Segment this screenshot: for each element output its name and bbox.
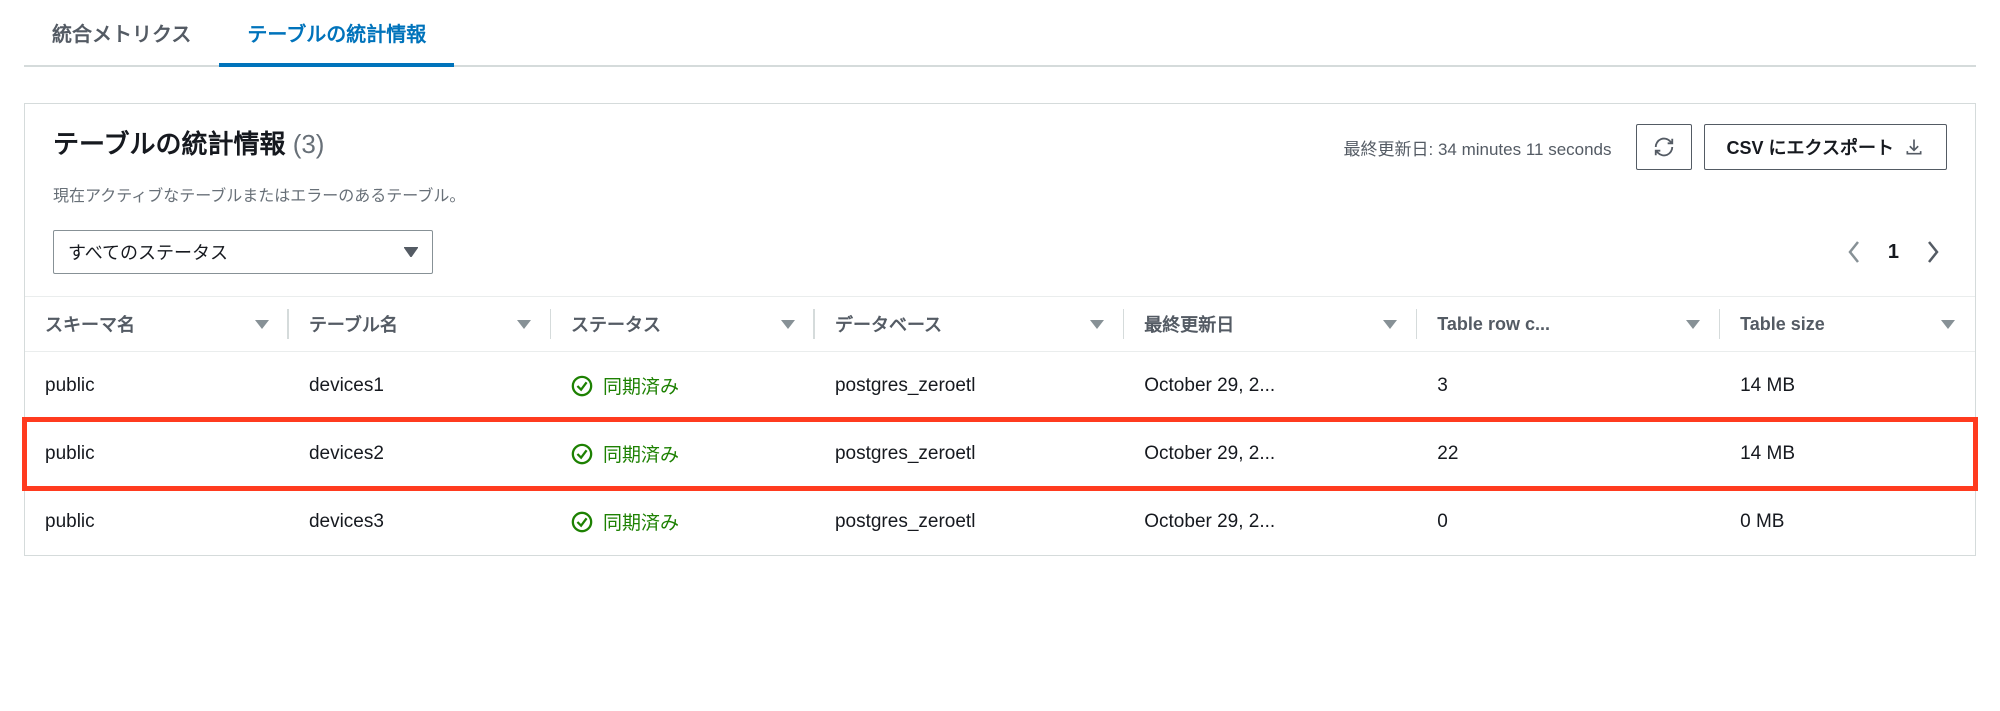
col-rowcount[interactable]: Table row c... — [1417, 297, 1720, 352]
header-actions: 最終更新日: 34 minutes 11 seconds CSV にエクスポート — [1343, 124, 1947, 170]
cell-schema: public — [25, 420, 289, 488]
table-stats-panel: テーブルの統計情報 (3) 最終更新日: 34 minutes 11 secon… — [24, 103, 1976, 556]
refresh-button[interactable] — [1636, 124, 1692, 170]
col-updated-label: 最終更新日 — [1144, 311, 1234, 337]
status-filter-value: すべてのステータス — [68, 239, 228, 265]
caret-down-icon — [404, 247, 418, 257]
panel-subtitle: 現在アクティブなテーブルまたはエラーのあるテーブル。 — [25, 178, 1975, 226]
col-database-label: データベース — [835, 311, 942, 337]
table-row[interactable]: public devices3 同期済み postgres_zeroetl Oc… — [25, 488, 1975, 556]
chevron-right-icon — [1925, 239, 1941, 265]
col-size-label: Table size — [1740, 314, 1825, 335]
col-table-label: テーブル名 — [309, 311, 398, 337]
cell-rowcount: 0 — [1417, 488, 1720, 556]
cell-table: devices2 — [289, 420, 551, 488]
cell-updated: October 29, 2... — [1124, 352, 1417, 420]
col-database[interactable]: データベース — [815, 297, 1124, 352]
title-text: テーブルの統計情報 — [53, 129, 285, 159]
col-updated[interactable]: 最終更新日 — [1124, 297, 1417, 352]
panel-header: テーブルの統計情報 (3) 最終更新日: 34 minutes 11 secon… — [25, 104, 1975, 178]
col-status-label: ステータス — [571, 311, 661, 337]
chevron-left-icon — [1846, 239, 1862, 265]
col-table[interactable]: テーブル名 — [289, 297, 551, 352]
page-next[interactable] — [1925, 239, 1941, 265]
sort-icon — [1383, 320, 1397, 329]
status-text: 同期済み — [603, 372, 679, 399]
cell-schema: public — [25, 352, 289, 420]
last-updated-value: 34 minutes 11 seconds — [1438, 140, 1612, 159]
panel-title: テーブルの統計情報 (3) — [53, 124, 324, 170]
cell-database: postgres_zeroetl — [815, 420, 1124, 488]
export-label: CSV にエクスポート — [1727, 134, 1894, 160]
check-circle-icon — [571, 511, 593, 533]
cell-rowcount: 3 — [1417, 352, 1720, 420]
sort-icon — [517, 320, 531, 329]
sort-icon — [255, 320, 269, 329]
col-schema-label: スキーマ名 — [45, 311, 135, 337]
cell-size: 0 MB — [1720, 488, 1975, 556]
tab-bar: 統合メトリクス テーブルの統計情報 — [24, 0, 1976, 67]
tab-table-stats[interactable]: テーブルの統計情報 — [219, 2, 454, 67]
table-row-highlighted[interactable]: public devices2 同期済み postgres_zeroetl Oc… — [25, 420, 1975, 488]
status-text: 同期済み — [603, 508, 679, 535]
page-number: 1 — [1888, 241, 1899, 264]
export-csv-button[interactable]: CSV にエクスポート — [1704, 124, 1947, 170]
sort-icon — [1941, 320, 1955, 329]
status-filter-select[interactable]: すべてのステータス — [53, 230, 433, 274]
sort-icon — [1686, 320, 1700, 329]
cell-status: 同期済み — [551, 352, 815, 420]
pagination: 1 — [1846, 239, 1947, 265]
table-row[interactable]: public devices1 同期済み postgres_zeroetl Oc… — [25, 352, 1975, 420]
cell-updated: October 29, 2... — [1124, 488, 1417, 556]
check-circle-icon — [571, 443, 593, 465]
cell-table: devices3 — [289, 488, 551, 556]
cell-size: 14 MB — [1720, 352, 1975, 420]
col-status[interactable]: ステータス — [551, 297, 815, 352]
col-rowcount-label: Table row c... — [1437, 314, 1550, 335]
cell-size: 14 MB — [1720, 420, 1975, 488]
page-prev[interactable] — [1846, 239, 1862, 265]
stats-table: スキーマ名 テーブル名 ステータス データベース 最終更新日 Table row… — [25, 296, 1975, 555]
refresh-icon — [1653, 136, 1675, 158]
last-updated: 最終更新日: 34 minutes 11 seconds — [1343, 135, 1611, 160]
status-text: 同期済み — [603, 440, 679, 467]
cell-status: 同期済み — [551, 488, 815, 556]
tab-metrics[interactable]: 統合メトリクス — [24, 2, 219, 67]
cell-status: 同期済み — [551, 420, 815, 488]
download-icon — [1904, 137, 1924, 157]
col-schema[interactable]: スキーマ名 — [25, 297, 289, 352]
cell-database: postgres_zeroetl — [815, 488, 1124, 556]
cell-schema: public — [25, 488, 289, 556]
title-count: (3) — [293, 129, 325, 159]
col-size[interactable]: Table size — [1720, 297, 1975, 352]
cell-database: postgres_zeroetl — [815, 352, 1124, 420]
last-updated-label: 最終更新日: — [1343, 140, 1433, 159]
sort-icon — [1090, 320, 1104, 329]
cell-table: devices1 — [289, 352, 551, 420]
check-circle-icon — [571, 375, 593, 397]
cell-updated: October 29, 2... — [1124, 420, 1417, 488]
sort-icon — [781, 320, 795, 329]
cell-rowcount: 22 — [1417, 420, 1720, 488]
filter-row: すべてのステータス 1 — [25, 226, 1975, 296]
